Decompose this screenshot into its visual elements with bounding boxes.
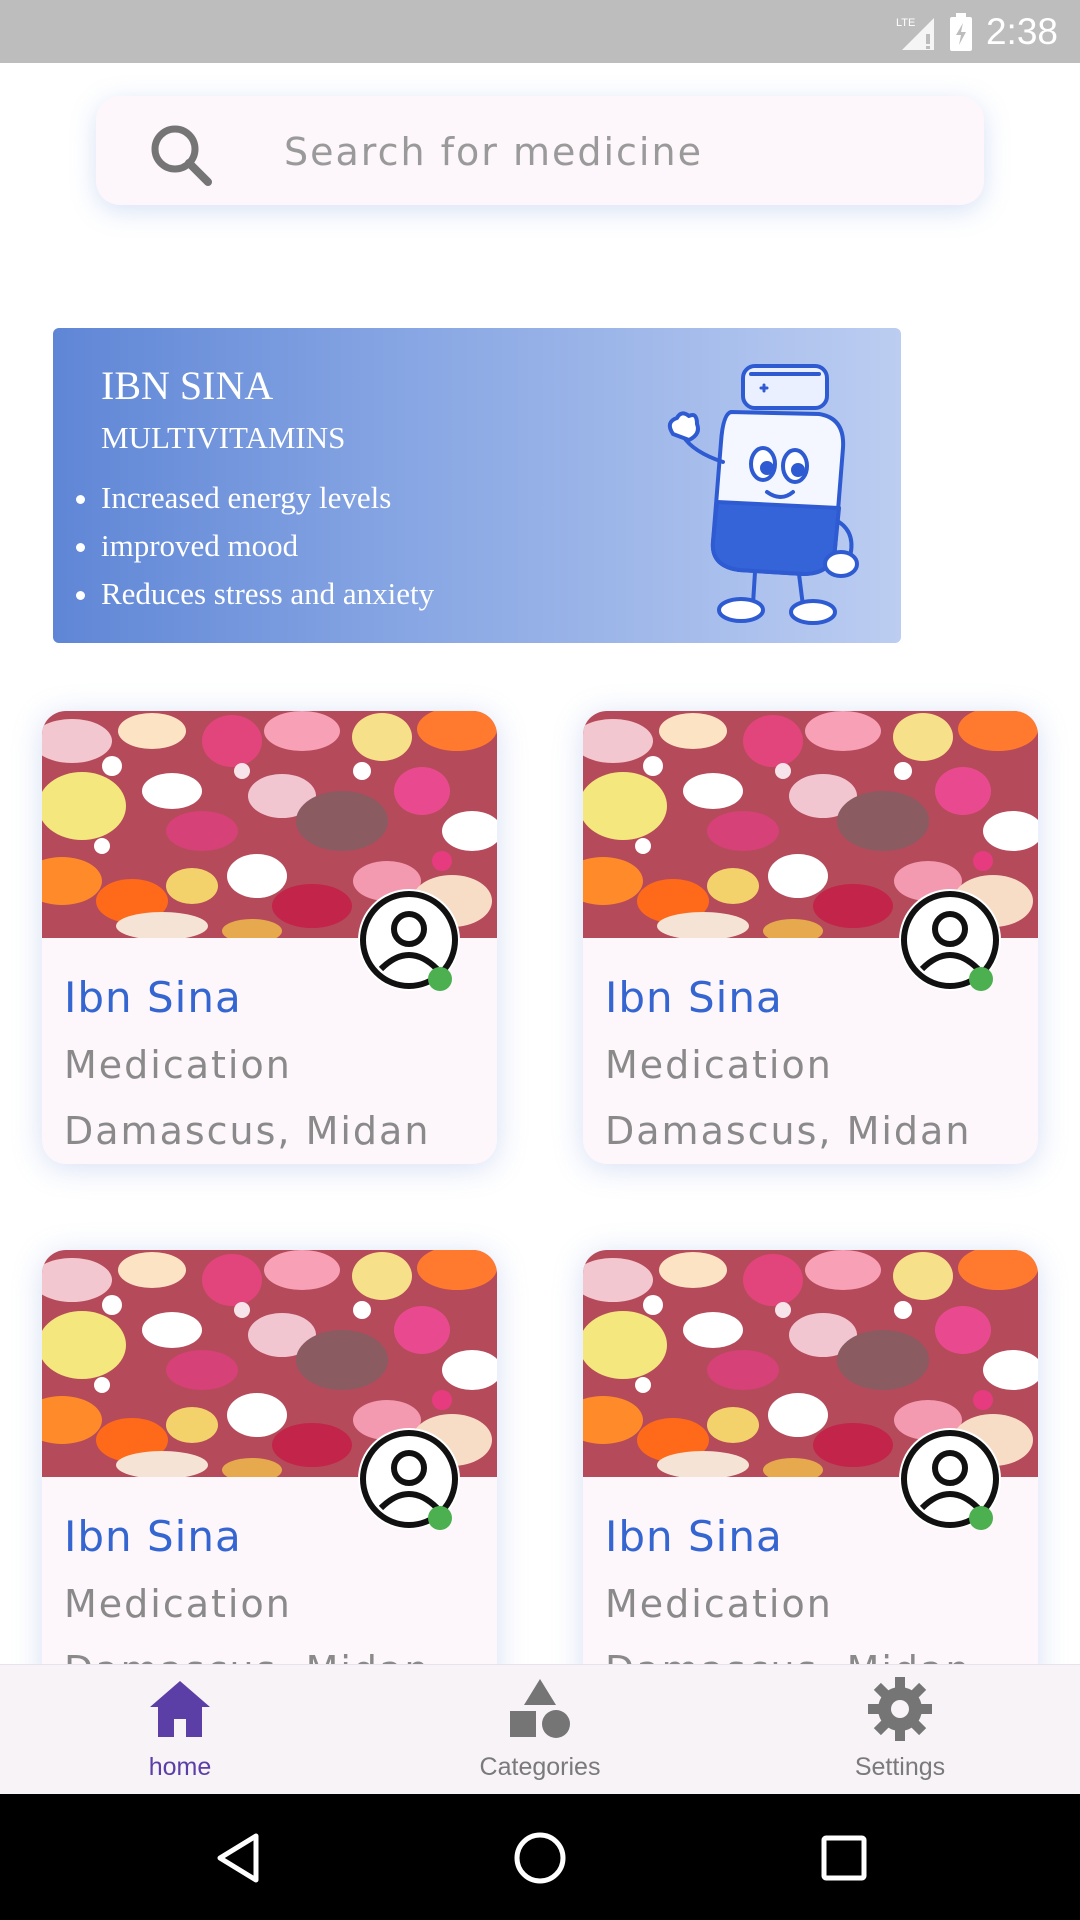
card-location: Damascus, Midan xyxy=(64,1109,431,1153)
card-type: Medication xyxy=(64,1043,292,1087)
card-title: Ibn Sina xyxy=(605,1512,783,1561)
nav-home[interactable]: home xyxy=(80,1665,280,1795)
banner-points: Increased energy levels improved mood Re… xyxy=(63,474,434,618)
search-icon[interactable] xyxy=(146,120,216,190)
pharmacy-card[interactable]: Ibn Sina Medication Damascus, Midan xyxy=(42,1250,497,1703)
banner-point: improved mood xyxy=(101,522,434,570)
status-time: 2:38 xyxy=(985,10,1058,52)
card-title: Ibn Sina xyxy=(605,973,783,1022)
svg-text:LTE: LTE xyxy=(896,17,915,29)
banner-point: Reduces stress and anxiety xyxy=(101,570,434,618)
gear-icon xyxy=(868,1677,932,1741)
online-status-dot xyxy=(969,967,993,991)
nav-settings[interactable]: Settings xyxy=(800,1665,1000,1795)
card-title: Ibn Sina xyxy=(64,1512,242,1561)
signal-icon: LTE xyxy=(896,17,934,50)
nav-home-label: home xyxy=(148,1753,212,1781)
online-status-dot xyxy=(428,967,452,991)
card-title: Ibn Sina xyxy=(64,973,242,1022)
card-type: Medication xyxy=(64,1582,292,1626)
card-type: Medication xyxy=(605,1043,833,1087)
card-location: Damascus, Midan xyxy=(605,1109,972,1153)
home-icon xyxy=(150,1681,210,1737)
nav-settings-label: Settings xyxy=(854,1753,946,1781)
back-icon[interactable] xyxy=(210,1830,266,1886)
banner-title: IBN SINA xyxy=(101,363,274,408)
status-bar: LTE 2:38 xyxy=(0,0,1080,63)
categories-icon xyxy=(510,1679,570,1738)
search-bar[interactable] xyxy=(96,96,984,207)
recents-icon[interactable] xyxy=(816,1830,872,1886)
nav-categories-label: Categories xyxy=(479,1753,601,1781)
banner-subtitle: MULTIVITAMINS xyxy=(101,420,346,455)
online-status-dot xyxy=(428,1506,452,1530)
pharmacy-card[interactable]: Ibn Sina Medication Damascus, Midan xyxy=(42,711,497,1164)
card-type: Medication xyxy=(605,1582,833,1626)
home-circle-icon[interactable] xyxy=(512,1830,568,1886)
search-input[interactable] xyxy=(282,96,946,207)
promo-banner[interactable]: IBN SINA MULTIVITAMINS Increased energy … xyxy=(53,328,901,643)
bottom-navigation: home Categories Settings xyxy=(0,1664,1080,1795)
system-navigation-bar xyxy=(0,1794,1080,1920)
status-icons: LTE 2:38 xyxy=(896,0,1058,63)
battery-icon xyxy=(949,12,972,51)
pharmacy-card[interactable]: Ibn Sina Medication Damascus, Midan xyxy=(583,711,1038,1164)
pharmacy-card[interactable]: Ibn Sina Medication Damascus, Midan xyxy=(583,1250,1038,1703)
banner-point: Increased energy levels xyxy=(101,474,434,522)
nav-categories[interactable]: Categories xyxy=(440,1665,640,1795)
vitamin-bottle-mascot-icon xyxy=(667,364,859,625)
online-status-dot xyxy=(969,1506,993,1530)
